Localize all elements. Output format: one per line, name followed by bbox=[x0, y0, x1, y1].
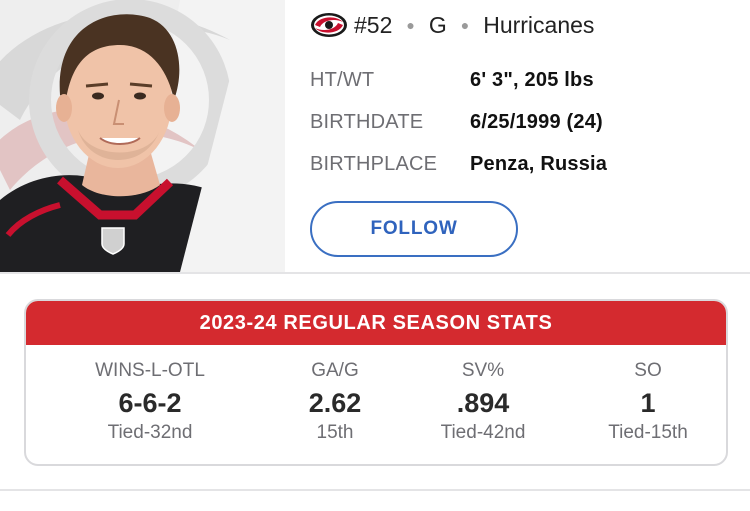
stat-shutouts: SO 1 Tied-15th bbox=[570, 345, 726, 464]
info-label: BIRTHPLACE bbox=[310, 152, 438, 175]
stat-save-percentage: SV% .894 Tied-42nd bbox=[396, 345, 570, 464]
info-value: 6' 3", 205 lbs bbox=[470, 68, 594, 91]
info-value: 6/25/1999 (24) bbox=[470, 110, 603, 133]
season-stats-card: 2023-24 REGULAR SEASON STATS WINS-L-OTL … bbox=[24, 299, 728, 466]
info-row-birthdate: BIRTHDATE 6/25/1999 (24) bbox=[310, 101, 740, 143]
hurricanes-logo-icon bbox=[311, 13, 347, 37]
info-value: Penza, Russia bbox=[470, 152, 608, 175]
info-label: HT/WT bbox=[310, 68, 375, 91]
stat-rank: 15th bbox=[316, 422, 354, 443]
team-name-link[interactable]: Hurricanes bbox=[483, 12, 594, 39]
player-position: G bbox=[428, 11, 447, 38]
section-divider bbox=[0, 489, 750, 491]
player-profile-page: #52 ● G ● Hurricanes HT/WT 6' 3", 205 lb… bbox=[0, 0, 750, 511]
info-row-birthplace: BIRTHPLACE Penza, Russia bbox=[310, 143, 740, 185]
stat-value: 1 bbox=[640, 388, 656, 418]
section-divider bbox=[0, 272, 750, 274]
stat-value: .894 bbox=[456, 388, 510, 418]
stat-label: GA/G bbox=[311, 360, 359, 381]
stats-card-title: 2023-24 REGULAR SEASON STATS bbox=[26, 301, 726, 345]
player-headshot bbox=[0, 0, 285, 272]
stats-grid: WINS-L-OTL 6-6-2 Tied-32nd GA/G 2.62 15t… bbox=[26, 345, 726, 464]
player-bio: #52 ● G ● Hurricanes HT/WT 6' 3", 205 lb… bbox=[310, 0, 740, 185]
dot-separator-icon: ● bbox=[406, 17, 415, 33]
stat-rank: Tied-15th bbox=[608, 422, 688, 443]
stat-rank: Tied-42nd bbox=[440, 422, 526, 443]
stat-goals-against-average: GA/G 2.62 15th bbox=[274, 345, 396, 464]
follow-button[interactable]: FOLLOW bbox=[310, 201, 518, 257]
info-label: BIRTHDATE bbox=[310, 110, 424, 133]
stat-wins-losses: WINS-L-OTL 6-6-2 Tied-32nd bbox=[26, 345, 274, 464]
dot-separator-icon: ● bbox=[460, 17, 470, 33]
stat-label: WINS-L-OTL bbox=[95, 360, 205, 381]
team-row: #52 ● G ● Hurricanes bbox=[310, 0, 740, 50]
stat-rank: Tied-32nd bbox=[107, 422, 193, 443]
info-row-height-weight: HT/WT 6' 3", 205 lbs bbox=[310, 59, 740, 101]
stat-label: SO bbox=[634, 360, 662, 381]
stat-label: SV% bbox=[461, 360, 505, 381]
stat-value: 2.62 bbox=[308, 388, 362, 418]
player-number: #52 bbox=[354, 11, 393, 38]
stat-value: 6-6-2 bbox=[118, 388, 182, 418]
player-header: #52 ● G ● Hurricanes HT/WT 6' 3", 205 lb… bbox=[0, 0, 750, 272]
